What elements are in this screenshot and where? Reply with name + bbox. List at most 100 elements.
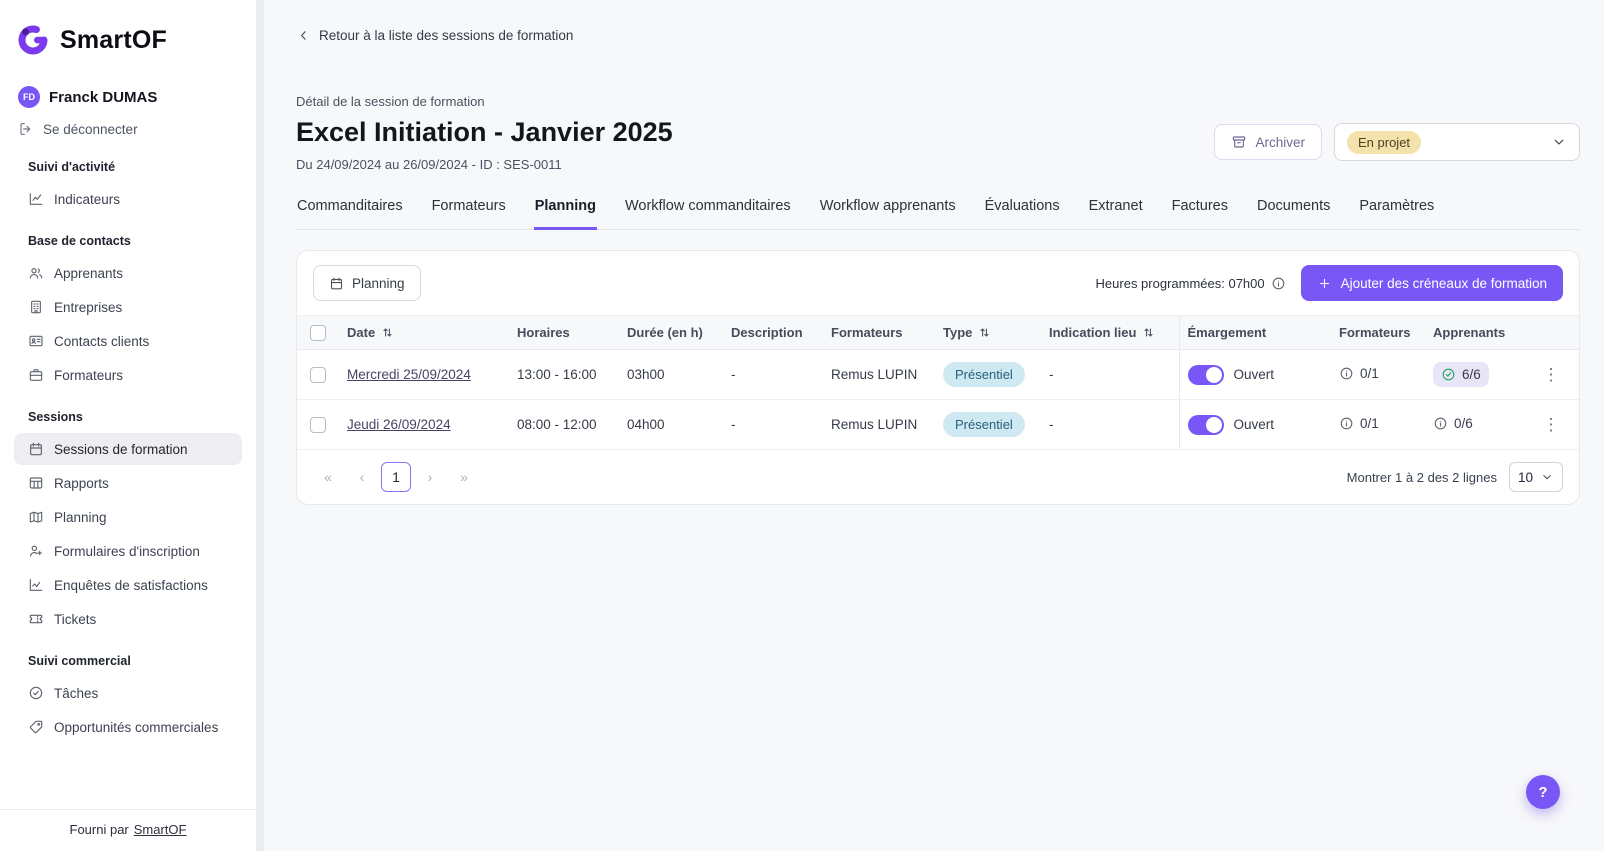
sidebar-item-label: Opportunités commerciales [54,719,219,735]
planning-toolbar: Planning Heures programmées: 07h00 Ajout… [297,251,1579,315]
column-date: Date [347,325,376,340]
page-header: Détail de la session de formation Excel … [296,94,1580,172]
tab-documents[interactable]: Documents [1256,198,1331,230]
column-formateurs2: Formateurs [1339,325,1411,340]
page-title: Excel Initiation - Janvier 2025 [296,117,673,147]
info-icon[interactable] [1271,276,1286,291]
kebab-menu-icon: ⋮ [1542,364,1560,384]
ticket-icon [28,611,44,627]
column-duree: Durée (en h) [627,325,703,340]
help-button[interactable]: ? [1526,775,1560,809]
pagination-bar: « ‹ 1 › » Montrer 1 à 2 des 2 lignes 10 [297,450,1579,504]
formateurs-count[interactable]: 0/1 [1339,416,1379,431]
select-all-checkbox[interactable] [310,324,326,341]
footer-smartof-link[interactable]: SmartOF [134,822,187,837]
sidebar-item-opportunites[interactable]: Opportunités commerciales [14,711,242,743]
calendar-icon [329,276,344,291]
sidebar-item-formateurs[interactable]: Formateurs [14,359,242,391]
page-size-value: 10 [1517,469,1533,485]
column-apprenants: Apprenants [1433,325,1506,340]
tab-workflow-commanditaires[interactable]: Workflow commanditaires [624,198,792,230]
sidebar-item-label: Contacts clients [54,333,150,349]
planning-view-button[interactable]: Planning [313,265,421,301]
briefcase-icon [28,367,44,383]
logout-button[interactable]: Se déconnecter [0,121,256,137]
formateurs-count[interactable]: 0/1 [1339,366,1379,381]
column-indication-lieu: Indication lieu [1049,325,1137,340]
sidebar-item-label: Tickets [54,611,97,627]
sort-type-icon[interactable] [978,326,991,339]
status-dropdown[interactable]: En projet [1334,123,1580,161]
sidebar-item-tickets[interactable]: Tickets [14,603,242,635]
chevron-left-icon: ‹ [359,469,365,485]
sidebar-item-entreprises[interactable]: Entreprises [14,291,242,323]
sidebar-item-label: Planning [54,509,107,525]
sidebar-item-apprenants[interactable]: Apprenants [14,257,242,289]
archive-button[interactable]: Archiver [1214,124,1322,160]
section-title-sessions: Sessions [28,410,83,424]
smartof-logo-icon [16,22,52,58]
table-header-row: Date Horaires Durée (en h) Description F… [297,315,1579,350]
tab-evaluations[interactable]: Évaluations [984,198,1061,230]
page-size-select[interactable]: 10 [1508,462,1563,492]
tab-extranet[interactable]: Extranet [1088,198,1144,230]
tab-planning[interactable]: Planning [533,198,597,230]
sidebar-item-rapports[interactable]: Rapports [14,467,242,499]
sort-date-icon[interactable] [381,326,394,339]
sidebar-item-formulaires-inscription[interactable]: Formulaires d'inscription [14,535,242,567]
slot-date-link[interactable]: Jeudi 26/09/2024 [347,417,451,432]
column-description: Description [731,325,803,340]
info-icon [1433,416,1448,431]
sidebar-scrollbar[interactable] [256,0,264,851]
column-type: Type [943,325,973,340]
sidebar-item-enquetes-satisfactions[interactable]: Enquêtes de satisfactions [14,569,242,601]
archive-icon [1231,134,1247,150]
table-icon [28,475,44,491]
sidebar-item-sessions-de-formation[interactable]: Sessions de formation [14,433,242,465]
logout-label: Se déconnecter [43,121,138,137]
tab-commanditaires[interactable]: Commanditaires [296,198,404,230]
sidebar-item-taches[interactable]: Tâches [14,677,242,709]
chevron-left-icon [296,28,311,43]
tab-workflow-apprenants[interactable]: Workflow apprenants [819,198,957,230]
apprenants-count[interactable]: 6/6 [1433,362,1489,387]
planning-view-label: Planning [352,275,405,291]
plus-icon [1317,276,1332,291]
emargement-toggle[interactable] [1187,364,1224,385]
pagination-prev-button[interactable]: ‹ [347,462,377,492]
section-title-contacts: Base de contacts [28,234,131,248]
planning-table: Date Horaires Durée (en h) Description F… [297,315,1579,450]
add-slots-button[interactable]: Ajouter des créneaux de formation [1300,265,1563,301]
tab-parametres[interactable]: Paramètres [1358,198,1435,230]
tab-formateurs[interactable]: Formateurs [431,198,507,230]
sidebar-item-contacts-clients[interactable]: Contacts clients [14,325,242,357]
user-name: Franck DUMAS [49,88,158,106]
app-logo[interactable]: SmartOF [0,22,256,58]
pagination-next-button[interactable]: › [415,462,445,492]
emargement-toggle[interactable] [1187,414,1224,435]
pagination-page-1-button[interactable]: 1 [381,462,411,492]
row-checkbox[interactable] [310,366,326,383]
back-to-sessions-link[interactable]: Retour à la liste des sessions de format… [296,28,573,43]
row-actions-menu[interactable]: ⋮ [1521,349,1579,400]
double-chevron-right-icon: » [460,469,468,485]
apprenants-count[interactable]: 0/6 [1433,416,1473,431]
sidebar-item-label: Sessions de formation [54,441,188,457]
slot-formateurs: Remus LUPIN [831,417,918,432]
row-checkbox[interactable] [310,416,326,433]
main-content: Retour à la liste des sessions de format… [264,0,1604,851]
tab-factures[interactable]: Factures [1171,198,1229,230]
sidebar-item-planning[interactable]: Planning [14,501,242,533]
sidebar-item-indicateurs[interactable]: Indicateurs [14,183,242,215]
sidebar-nav: Suivi d'activité Indicateurs Base de con… [0,143,256,809]
scheduled-hours-label: Heures programmées: 07h00 [1095,275,1265,291]
users-icon [28,265,44,281]
double-chevron-left-icon: « [324,469,332,485]
slot-date-link[interactable]: Mercredi 25/09/2024 [347,367,471,382]
building-icon [28,299,44,315]
sort-lieu-icon[interactable] [1142,326,1155,339]
page-eyebrow: Détail de la session de formation [296,94,485,109]
row-actions-menu[interactable]: ⋮ [1521,399,1579,450]
pagination-last-button[interactable]: » [449,462,479,492]
pagination-first-button[interactable]: « [313,462,343,492]
